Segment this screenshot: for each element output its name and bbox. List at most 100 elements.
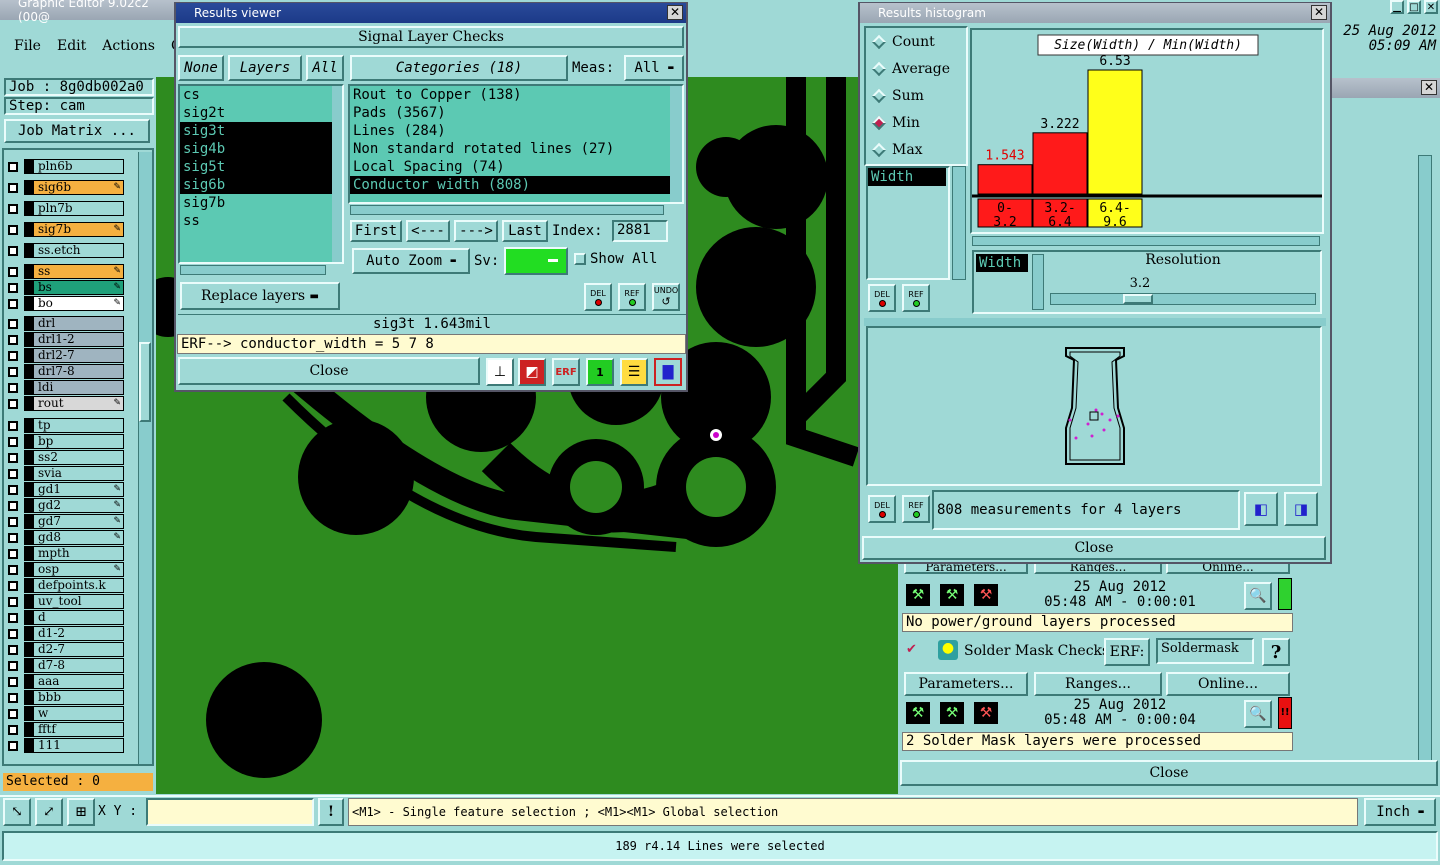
run-icon[interactable]: ⚒: [904, 700, 932, 726]
layer-checkbox[interactable]: [8, 398, 18, 409]
layers-button[interactable]: Layers: [228, 55, 302, 81]
layer-scrollbar[interactable]: [138, 152, 152, 764]
erf-field[interactable]: Soldermask: [1156, 638, 1254, 664]
layer-row-gd2[interactable]: gd2 ✎: [8, 498, 124, 513]
layer-checkbox[interactable]: [8, 468, 18, 479]
layer-row-ss.etch[interactable]: ss.etch: [8, 243, 124, 258]
layer-name[interactable]: ss.etch: [24, 243, 124, 258]
category-item[interactable]: Conductor width (808): [350, 176, 672, 194]
layer-name[interactable]: ss2: [24, 450, 124, 465]
layer-name[interactable]: pln6b: [24, 159, 124, 174]
checklist-close-button[interactable]: Close: [900, 760, 1438, 786]
layer-checkbox[interactable]: [8, 420, 18, 431]
layer-row-fftf[interactable]: fftf: [8, 722, 124, 737]
layer-name[interactable]: d1-2: [24, 626, 124, 641]
layer-row-ss[interactable]: ss ✎: [8, 264, 124, 279]
layer-checkbox[interactable]: [8, 580, 18, 591]
layer-row-svia[interactable]: svia: [8, 466, 124, 481]
layer-row-bbb[interactable]: bbb: [8, 690, 124, 705]
field-width[interactable]: Width: [868, 168, 946, 186]
layer-name[interactable]: pln7b: [24, 201, 124, 216]
no-erf-icon[interactable]: ERF: [552, 358, 580, 386]
layer-checkbox[interactable]: [8, 366, 18, 377]
layer-checkbox[interactable]: [8, 182, 18, 193]
layer-checkbox[interactable]: [8, 596, 18, 607]
layer-name[interactable]: aaa: [24, 674, 124, 689]
resolution-field-list[interactable]: Width: [976, 254, 1028, 310]
layer-name[interactable]: bs ✎: [24, 280, 124, 295]
all-layers-button[interactable]: All: [306, 55, 344, 81]
categories-list[interactable]: Rout to Copper (138) Pads (3567) Lines (28…: [348, 84, 684, 204]
auto-zoom-select[interactable]: Auto Zoom ▬: [352, 248, 470, 274]
layer-name[interactable]: drl7-8: [24, 364, 124, 379]
sm-parameters-button[interactable]: Parameters...: [904, 672, 1028, 696]
rv-layer-item[interactable]: cs: [180, 86, 342, 104]
layer-checkbox[interactable]: [8, 740, 18, 751]
sm-ranges-button[interactable]: Ranges...: [1034, 672, 1162, 696]
layers-view-icon[interactable]: ⊥: [486, 358, 514, 386]
layer-checkbox[interactable]: [8, 500, 18, 511]
layer-checkbox[interactable]: [8, 318, 18, 329]
layer-row-drl1-2[interactable]: drl1-2: [8, 332, 124, 347]
layer-name[interactable]: gd8 ✎: [24, 530, 124, 545]
check-enabled-icon[interactable]: ✔: [906, 642, 920, 657]
menu-edit[interactable]: Edit: [57, 38, 86, 54]
close-icon[interactable]: ✕: [1424, 0, 1438, 14]
zoom-icon[interactable]: 🔍: [1244, 582, 1272, 610]
layer-row-d2-7[interactable]: d2-7: [8, 642, 124, 657]
layer-name[interactable]: rout ✎: [24, 396, 124, 411]
zoom-to-selection-icon[interactable]: ◧: [1244, 492, 1278, 526]
delete-icon[interactable]: DEL: [868, 284, 896, 312]
rv-layer-list[interactable]: cs sig2t sig3t sig4b sig5t sig6b sig7b ss: [178, 84, 344, 264]
layer-name[interactable]: sig7b ✎: [24, 222, 124, 237]
layer-name[interactable]: d7-8: [24, 658, 124, 673]
rv-layer-item[interactable]: sig3t: [180, 122, 332, 140]
index-input[interactable]: 2881: [612, 220, 668, 242]
layer-row-sig6b[interactable]: sig6b ✎: [8, 180, 124, 195]
layer-name[interactable]: bp: [24, 434, 124, 449]
layer-name[interactable]: svia: [24, 466, 124, 481]
warning-button[interactable]: !: [318, 798, 344, 826]
layer-row-bo[interactable]: bo ✎: [8, 296, 124, 311]
categories-button[interactable]: Categories (18): [350, 55, 568, 81]
layer-name[interactable]: fftf: [24, 722, 124, 737]
maximize-icon[interactable]: □: [1407, 0, 1421, 14]
layer-checkbox[interactable]: [8, 564, 18, 575]
rv-layer-scrollbar[interactable]: [332, 86, 342, 262]
layer-row-rout[interactable]: rout ✎: [8, 396, 124, 411]
stop-icon[interactable]: ⚒: [972, 582, 1000, 608]
layer-row-d7-8[interactable]: d7-8: [8, 658, 124, 673]
layer-checkbox[interactable]: [8, 436, 18, 447]
mode-radio-sum[interactable]: Sum: [871, 88, 924, 104]
layer-row-osp[interactable]: osp ✎: [8, 562, 124, 577]
layer-name[interactable]: gd7 ✎: [24, 514, 124, 529]
menu-file[interactable]: File: [14, 38, 41, 54]
layer-row-aaa[interactable]: aaa: [8, 674, 124, 689]
layer-row-ss2[interactable]: ss2: [8, 450, 124, 465]
reference-icon[interactable]: REF: [618, 283, 646, 311]
highlight-icon[interactable]: ◩: [518, 358, 546, 386]
layer-name[interactable]: defpoints.k: [24, 578, 124, 593]
run-icon[interactable]: ⚒: [904, 582, 932, 608]
undo-icon[interactable]: UNDO ↺: [652, 283, 680, 311]
mode-radio-max[interactable]: Max: [871, 142, 923, 158]
category-item[interactable]: Local Spacing (74): [350, 158, 682, 176]
layer-checkbox[interactable]: [8, 484, 18, 495]
layer-row-d[interactable]: d: [8, 610, 124, 625]
layer-checkbox[interactable]: [8, 532, 18, 543]
close-icon[interactable]: ✕: [667, 5, 683, 20]
layer-row-bs[interactable]: bs ✎: [8, 280, 124, 295]
rv-layer-item[interactable]: ss: [180, 212, 342, 230]
job-matrix-button[interactable]: Job Matrix ...: [4, 119, 150, 143]
units-select[interactable]: Inch ▬: [1364, 798, 1436, 826]
layer-name[interactable]: d2-7: [24, 642, 124, 657]
pane-separator[interactable]: [864, 318, 1326, 326]
layer-row-111[interactable]: 111: [8, 738, 124, 753]
first-button[interactable]: First: [350, 220, 402, 242]
help-button[interactable]: ?: [1262, 638, 1290, 666]
field-scrollbar[interactable]: [952, 166, 966, 280]
mode-radio-count[interactable]: Count: [871, 34, 935, 50]
zoom-icon[interactable]: 🔍: [1244, 700, 1272, 728]
stop-icon[interactable]: ⚒: [972, 700, 1000, 726]
layer-name[interactable]: gd2 ✎: [24, 498, 124, 513]
